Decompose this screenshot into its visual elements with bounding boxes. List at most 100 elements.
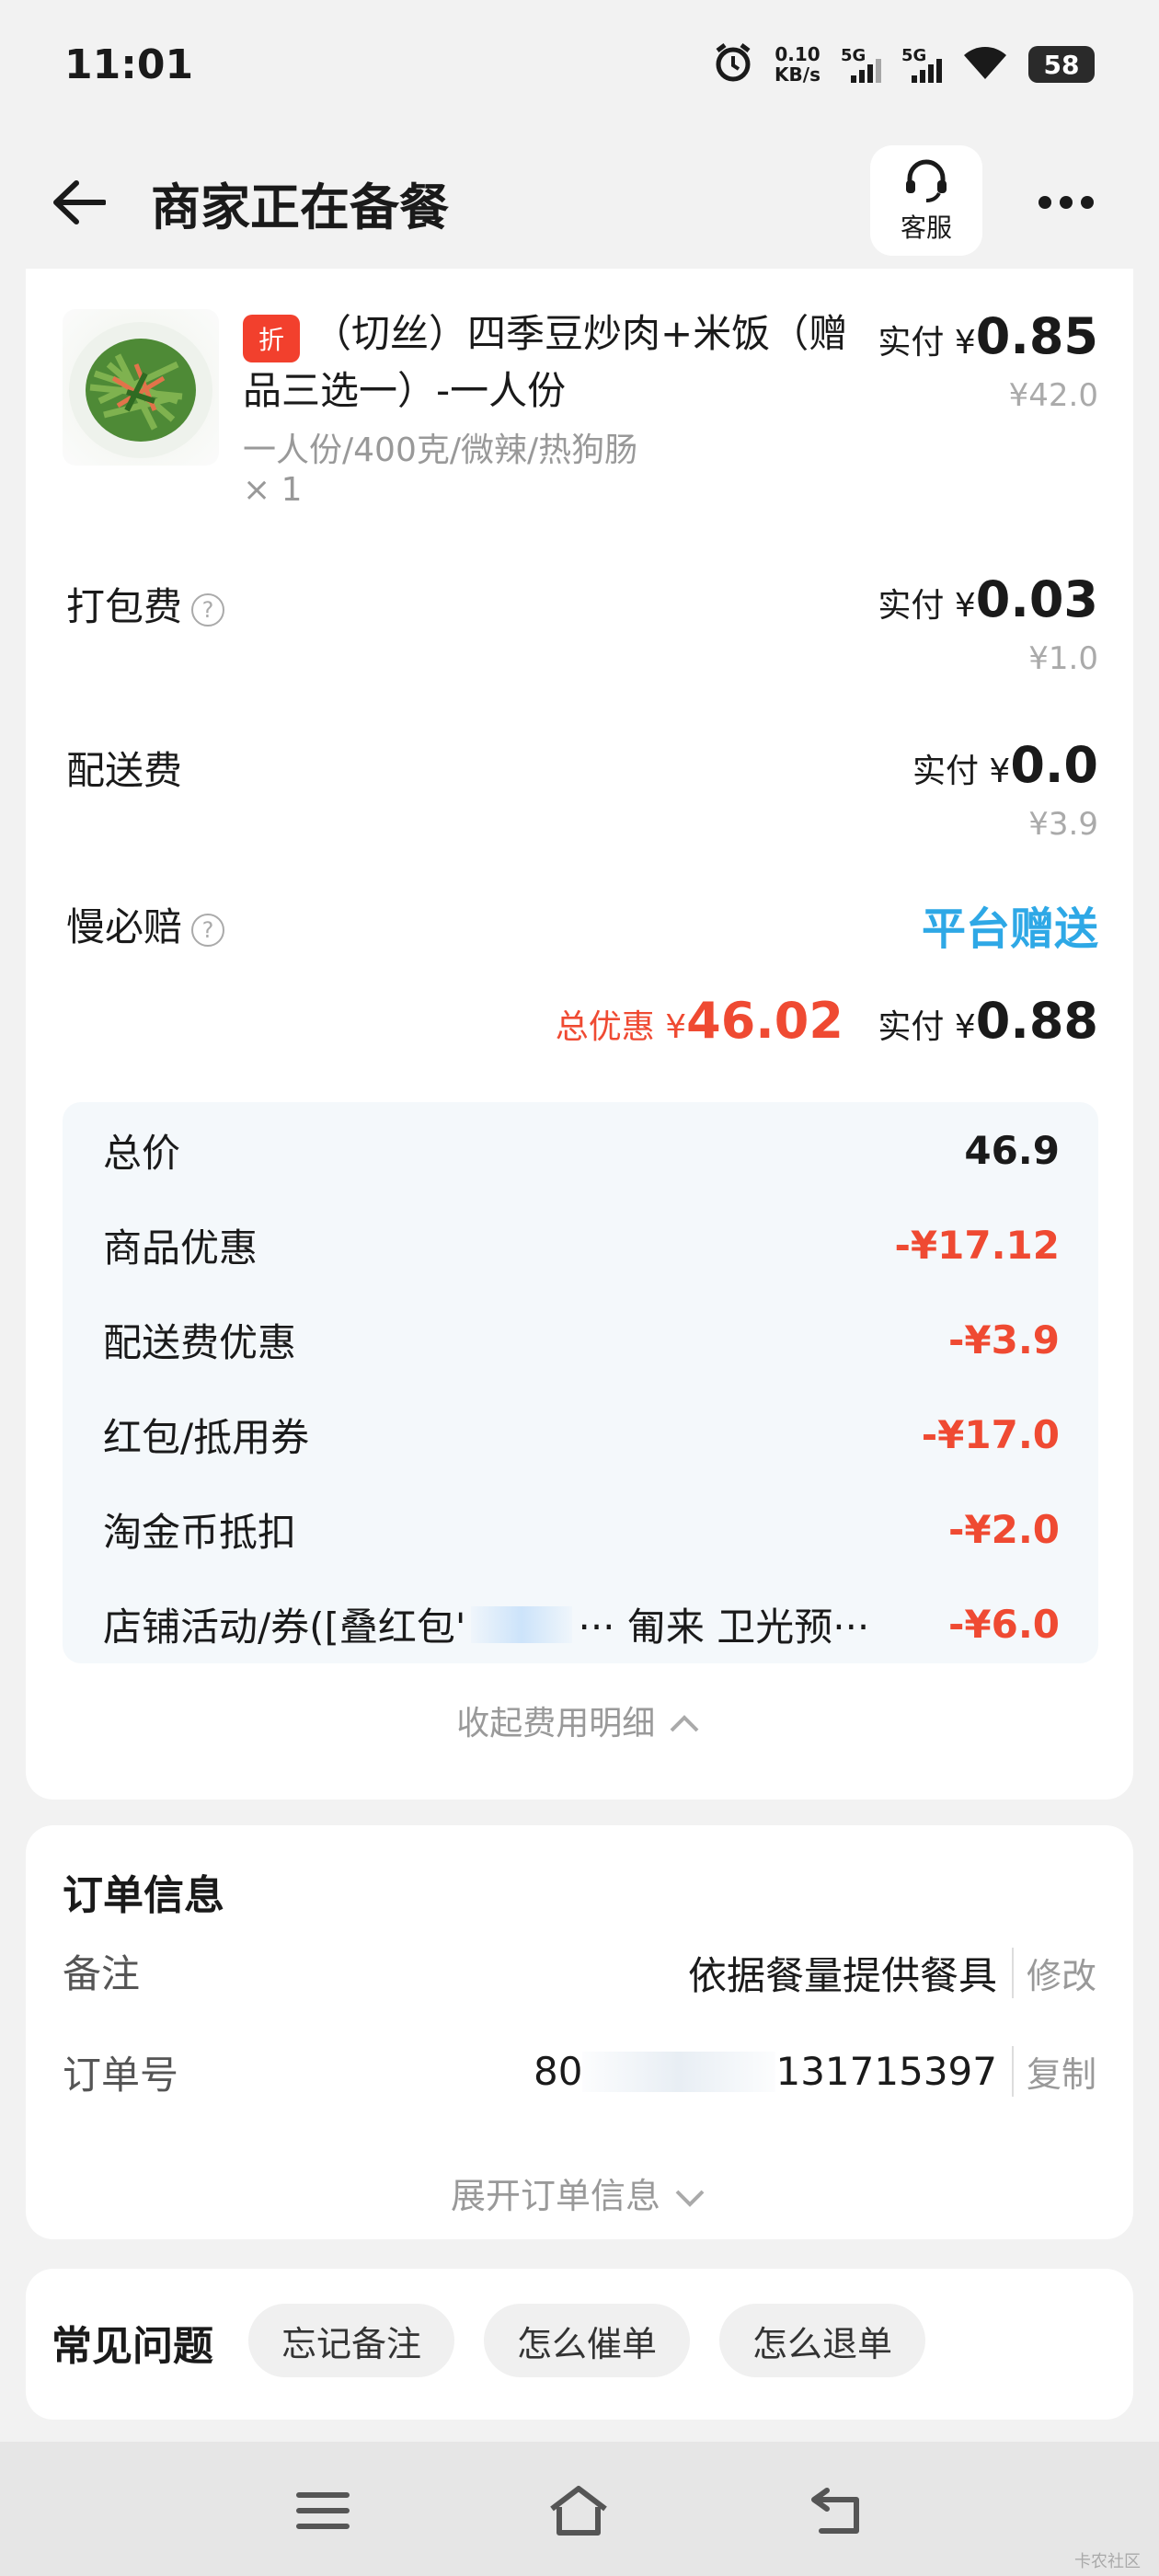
paid-prefix: 实付 ¥	[878, 587, 976, 625]
fee-breakdown: 总价 46.9 商品优惠 -¥17.12 配送费优惠 -¥3.9 红包/抵用券 -¥17…	[63, 1102, 1098, 1663]
paid-amount: 0.85	[975, 307, 1098, 365]
breakdown-label: 淘金币抵扣	[103, 1510, 297, 1555]
blurred-area	[471, 1605, 573, 1643]
delivery-fee-original: ¥3.9	[1028, 806, 1098, 843]
packing-fee-original: ¥1.0	[1028, 640, 1098, 677]
total-discount-label: 总优惠 ¥	[555, 1008, 687, 1046]
wifi-icon	[962, 44, 1008, 85]
edit-remark-button[interactable]: 修改	[1011, 1948, 1096, 1998]
breakdown-value: 46.9	[964, 1128, 1060, 1173]
chevron-down-icon	[671, 2176, 708, 2216]
delivery-fee-paid: 实付 ¥0.0	[912, 736, 1098, 794]
order-info-card: 订单信息 备注 依据餐量提供餐具 修改 订单号 80 131715397 复制 …	[26, 1825, 1133, 2239]
signal-bars-icon	[912, 59, 942, 83]
breakdown-value: -¥2.0	[947, 1507, 1060, 1552]
delivery-fee-label: 配送费	[66, 748, 183, 793]
status-bar: 11:01 0.10 KB/s 5G 5G 58	[0, 0, 1159, 129]
masked-order-number	[582, 2051, 776, 2092]
breakdown-value: -¥6.0	[947, 1602, 1060, 1647]
headset-icon	[899, 156, 954, 206]
breakdown-row: 红包/抵用券 -¥17.0	[103, 1407, 1060, 1463]
breakdown-label: 配送费优惠	[103, 1320, 297, 1365]
order-number-label: 订单号	[63, 2053, 179, 2098]
network-speed: 0.10 KB/s	[775, 44, 820, 85]
copy-order-number-button[interactable]: 复制	[1011, 2046, 1096, 2097]
total-discount-amount: 46.02	[686, 992, 843, 1050]
home-icon[interactable]	[546, 2478, 611, 2543]
order-number-start: 80	[534, 2049, 583, 2094]
order-info-title: 订单信息	[63, 1872, 224, 1919]
faq-chip-forgot-remark[interactable]: 忘记备注	[248, 2304, 455, 2377]
alarm-icon	[712, 41, 754, 87]
total-paid-amount: 0.88	[975, 992, 1098, 1050]
back-arrow-icon[interactable]	[46, 170, 110, 235]
back-nav-icon[interactable]	[804, 2478, 868, 2543]
breakdown-value: -¥3.9	[947, 1317, 1060, 1363]
breakdown-label: 商品优惠	[103, 1225, 258, 1271]
signal-5g-2: 5G	[901, 46, 942, 83]
faq-chip-refund[interactable]: 怎么退单	[719, 2304, 926, 2377]
faq-card: 常见问题 忘记备注 怎么催单 怎么退单	[26, 2269, 1133, 2420]
packing-fee-text: 打包费	[66, 584, 183, 629]
header: 商家正在备餐 客服	[0, 138, 1159, 267]
breakdown-row: 商品优惠 -¥17.12	[103, 1217, 1060, 1273]
status-time: 11:01	[64, 40, 194, 88]
breakdown-label: 总价	[103, 1131, 181, 1176]
breakdown-row[interactable]: 店铺活动/券([叠红包' ··· 匍来 卫光预··· -¥6.0	[103, 1596, 1060, 1652]
order-number-end: 131715397	[775, 2049, 997, 2094]
product-spec: 一人份/400克/微辣/热狗肠	[243, 431, 638, 469]
signal-5g-1: 5G	[841, 46, 881, 83]
product-paid: 实付 ¥0.85	[878, 307, 1098, 365]
paid-amount: 0.03	[975, 570, 1098, 628]
battery-level: 58	[1043, 49, 1080, 80]
breakdown-value: -¥17.0	[921, 1412, 1060, 1457]
customer-service-label: 客服	[900, 213, 952, 243]
late-compensation-label: 慢必赔?	[66, 896, 225, 952]
breakdown-label: 红包/抵用券	[103, 1415, 310, 1460]
platform-gift-label: 平台赠送	[921, 903, 1098, 955]
paid-prefix: 实付 ¥	[878, 324, 976, 362]
customer-service-button[interactable]: 客服	[870, 145, 982, 256]
product-original-price: ¥42.0	[1008, 377, 1098, 414]
collapse-label: 收起费用明细	[456, 1705, 656, 1742]
order-total-summary: 总优惠 ¥46.02 实付 ¥0.88	[556, 992, 1098, 1050]
watermark: 卡农社区	[1074, 2552, 1141, 2571]
paid-prefix: 实付 ¥	[878, 1008, 976, 1046]
faq-chip-urge-order[interactable]: 怎么催单	[484, 2304, 691, 2377]
breakdown-label: 店铺活动/券([叠红包'	[103, 1604, 466, 1650]
help-icon[interactable]: ?	[191, 592, 225, 627]
packing-fee-paid: 实付 ¥0.03	[878, 570, 1098, 628]
breakdown-label-tail: ··· 匍来 卫光预···	[578, 1604, 870, 1650]
expand-order-info-button[interactable]: 展开订单信息	[26, 2168, 1133, 2218]
order-number-value: 80 131715397 复制	[534, 2046, 1096, 2097]
remark-label: 备注	[63, 1951, 141, 1996]
packing-fee-label: 打包费?	[66, 576, 225, 632]
breakdown-value: -¥17.12	[894, 1223, 1060, 1268]
page-title: 商家正在备餐	[151, 178, 449, 236]
collapse-fee-detail-button[interactable]: 收起费用明细	[26, 1696, 1133, 1744]
paid-amount: 0.0	[1010, 736, 1098, 794]
breakdown-row: 配送费优惠 -¥3.9	[103, 1312, 1060, 1368]
battery-icon: 58	[1028, 46, 1095, 83]
order-fee-card: 折 （切丝）四季豆炒肉+米饭（赠品三选一）-一人份 一人份/400克/微辣/热狗…	[26, 269, 1133, 1800]
paid-prefix: 实付 ¥	[912, 753, 1011, 790]
remark-value: 依据餐量提供餐具 修改	[688, 1945, 1096, 2001]
breakdown-row: 淘金币抵扣 -¥2.0	[103, 1501, 1060, 1558]
system-nav-bar	[0, 2442, 1159, 2576]
dish-image	[63, 309, 219, 466]
faq-title: 常见问题	[52, 2323, 213, 2370]
expand-label: 展开订单信息	[450, 2176, 660, 2216]
signal-bars-icon	[851, 59, 881, 83]
speed-unit: KB/s	[775, 63, 820, 86]
product-name[interactable]: （切丝）四季豆炒肉+米饭（赠品三选一）-一人份	[243, 305, 850, 420]
more-options-icon[interactable]	[1034, 175, 1098, 230]
breakdown-row: 总价 46.9	[103, 1122, 1060, 1179]
remark-text: 依据餐量提供餐具	[687, 1953, 997, 1998]
help-icon[interactable]: ?	[191, 913, 225, 947]
menu-icon[interactable]	[291, 2478, 355, 2543]
chevron-up-icon	[666, 1705, 703, 1742]
total-discount: 总优惠 ¥46.02	[555, 992, 843, 1050]
speed-value: 0.10	[775, 43, 820, 65]
product-quantity: × 1	[243, 471, 303, 509]
late-compensation-text: 慢必赔	[66, 904, 183, 949]
